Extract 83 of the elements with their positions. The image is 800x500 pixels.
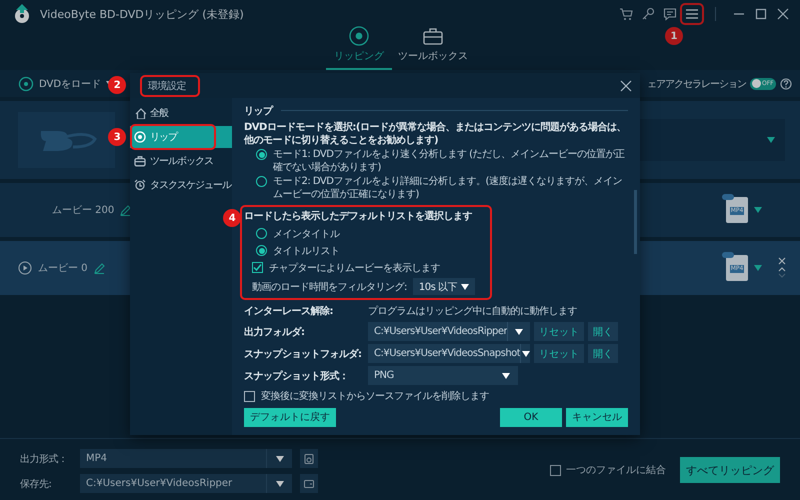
setting-label: スナップショット形式： xyxy=(244,369,350,383)
open-button[interactable]: 開く xyxy=(588,344,618,364)
toolbox-icon xyxy=(134,155,146,167)
chat-icon[interactable] xyxy=(663,7,677,21)
radio-button[interactable] xyxy=(256,176,267,188)
menu-icon[interactable] xyxy=(685,7,699,21)
cart-icon[interactable] xyxy=(619,7,633,21)
maximize-icon[interactable] xyxy=(754,7,768,21)
reset-button[interactable]: リセット xyxy=(534,344,584,364)
setting-label: ロードしたら表示したデフォルトリストを選択します xyxy=(244,210,472,224)
caret-icon[interactable] xyxy=(767,137,775,143)
alarm-clock-icon xyxy=(134,179,146,191)
format-dropdown[interactable]: PNG xyxy=(368,366,518,386)
annotation-number: 1 xyxy=(665,27,683,45)
format-dropdown[interactable]: MP4 xyxy=(80,449,292,468)
caret-icon xyxy=(522,350,530,357)
nav-item[interactable]: ツールボックス xyxy=(130,150,232,172)
folder-icon xyxy=(304,478,314,488)
folder-button[interactable] xyxy=(300,474,318,493)
nav-item[interactable]: 全般 xyxy=(130,102,232,124)
setting-label: DVDロードモードを選択:(ロードが異常な場合、またはコンテンツに問題がある場合は、他のモードに切り替えることをお勧めします) xyxy=(244,121,627,148)
section-title: リップ xyxy=(244,103,628,118)
settings-button[interactable] xyxy=(300,449,318,468)
app-logo-icon xyxy=(12,4,32,24)
duration-dropdown[interactable]: 10s 以下 xyxy=(412,278,475,296)
ok-button[interactable]: OK xyxy=(500,408,562,427)
rip-all-button[interactable]: すべてリッピング xyxy=(680,457,780,483)
movie-title: ムービー 0 xyxy=(38,262,88,275)
movie-title: ムービー 200 xyxy=(52,204,114,217)
setting-label: 出力フォルダ: xyxy=(244,326,306,339)
window-title: VideoByte BD-DVDリッピング (未登録) xyxy=(40,6,245,22)
scrollbar[interactable] xyxy=(634,190,637,254)
setting-label: インターレース解除: xyxy=(244,304,334,318)
radio-button[interactable] xyxy=(256,245,267,256)
disc-icon xyxy=(349,26,369,46)
help-icon[interactable] xyxy=(780,78,792,90)
open-button[interactable]: 開く xyxy=(588,322,618,342)
nav-item[interactable]: タスクスケジュール xyxy=(130,174,232,196)
setting-value: プログラムはリッピング中に自動的に動作します xyxy=(368,304,577,318)
folder-path-dropdown[interactable]: C:¥Users¥User¥VideosSnapshot xyxy=(368,344,530,364)
reset-button[interactable]: リセット xyxy=(534,322,584,342)
pencil-icon[interactable] xyxy=(120,204,132,216)
reset-defaults-button[interactable]: デフォルトに戻す xyxy=(244,408,336,427)
field-label: 出力形式： xyxy=(20,452,68,466)
checkbox-label: 変換後に変換リストからソースファイルを削除します xyxy=(261,390,489,404)
caret-icon[interactable] xyxy=(754,265,762,271)
option-label: メインタイトル xyxy=(273,228,340,241)
caret-icon xyxy=(276,456,284,462)
dialog-title: 環境設定 xyxy=(147,80,187,94)
caret-icon xyxy=(515,328,524,335)
toolbox-icon xyxy=(423,26,443,46)
close-icon[interactable] xyxy=(620,80,632,92)
setting-label: 動画のロード時間をフィルタリング: xyxy=(252,280,407,294)
key-icon[interactable] xyxy=(641,7,655,21)
merge-checkbox[interactable]: 一つのファイルに結合 xyxy=(550,463,666,477)
nav-item[interactable]: リップ xyxy=(130,126,232,148)
caret-icon xyxy=(502,372,510,379)
setting-label: スナップショットフォルダ: xyxy=(244,347,362,361)
disc-icon xyxy=(134,131,146,143)
settings-icon xyxy=(304,454,314,464)
checkbox[interactable] xyxy=(252,262,263,274)
cancel-button[interactable]: キャンセル xyxy=(566,408,628,427)
chevron-up-icon[interactable] xyxy=(778,266,786,272)
main-tab[interactable]: ツールボックス xyxy=(392,28,474,70)
option-label: タイトルリスト xyxy=(273,244,340,258)
close-icon[interactable] xyxy=(776,7,790,21)
check-icon xyxy=(253,263,262,272)
home-icon xyxy=(134,107,146,119)
option-label: モード2: DVDファイルをより詳細に分析します。(速度は遅くなりますが、メインムービーの位置が正確になります) xyxy=(273,175,623,202)
pencil-icon[interactable] xyxy=(94,262,105,274)
caret-icon xyxy=(461,284,469,290)
caret-icon xyxy=(276,480,284,486)
play-icon[interactable] xyxy=(18,261,32,275)
radio-button[interactable] xyxy=(256,149,267,160)
checkbox-label: チャプターによりムービーを表示します xyxy=(269,262,440,275)
radio-button[interactable] xyxy=(256,228,267,240)
caret-icon[interactable] xyxy=(754,207,762,213)
folder-path-dropdown[interactable]: C:¥Users¥User¥VideosRipper xyxy=(368,322,530,342)
option-label: モード1: DVDファイルをより速く分析します (ただし、メインムービーの位置が正確でない場合があります) xyxy=(273,148,626,174)
checkbox[interactable] xyxy=(244,390,255,402)
setting-label: ェアアクセラレーション xyxy=(647,78,746,90)
field-label: 保存先: xyxy=(20,478,52,490)
save-path-dropdown[interactable]: C:¥Users¥User¥VideosRipper xyxy=(80,474,292,493)
